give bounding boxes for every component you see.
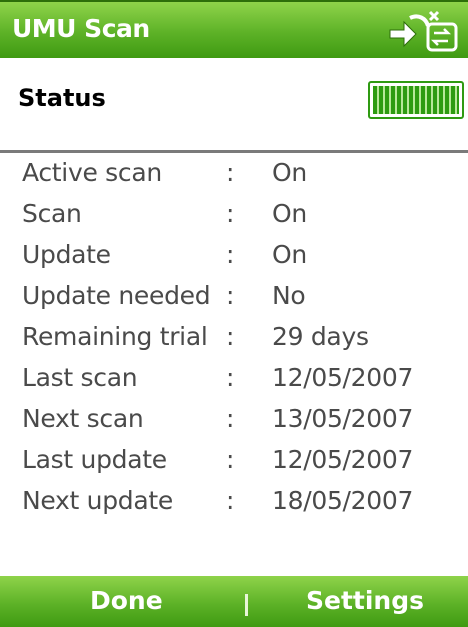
- detail-label: Next scan: [22, 404, 144, 433]
- detail-separator: :: [226, 322, 235, 351]
- detail-separator: :: [226, 486, 235, 515]
- detail-separator: :: [226, 240, 235, 269]
- detail-row-active-scan: Active scan : On: [0, 158, 468, 199]
- detail-separator: :: [226, 363, 235, 392]
- detail-separator: :: [226, 281, 235, 310]
- detail-value: 12/05/2007: [272, 445, 414, 474]
- detail-row-scan: Scan : On: [0, 199, 468, 240]
- detail-separator: :: [226, 445, 235, 474]
- battery-level-fill: [373, 86, 459, 114]
- detail-label: Last scan: [22, 363, 138, 392]
- detail-value: On: [272, 158, 307, 187]
- detail-value: 12/05/2007: [272, 363, 414, 392]
- detail-row-last-scan: Last scan : 12/05/2007: [0, 363, 468, 404]
- status-heading: Status: [18, 84, 106, 112]
- settings-button[interactable]: Settings: [306, 586, 424, 615]
- detail-value: 13/05/2007: [272, 404, 414, 433]
- detail-separator: :: [226, 199, 235, 228]
- umu-scan-screen: UMU Scan Status Active scan : On Scan : …: [0, 0, 468, 627]
- detail-value: On: [272, 199, 307, 228]
- softkey-divider: [245, 594, 248, 616]
- detail-label: Update needed: [22, 281, 211, 310]
- detail-row-update-needed: Update needed : No: [0, 281, 468, 322]
- detail-label: Remaining trial: [22, 322, 208, 351]
- detail-row-last-update: Last update : 12/05/2007: [0, 445, 468, 486]
- detail-value: 18/05/2007: [272, 486, 414, 515]
- detail-value: On: [272, 240, 307, 269]
- detail-separator: :: [226, 158, 235, 187]
- detail-label: Scan: [22, 199, 82, 228]
- detail-row-remaining-trial: Remaining trial : 29 days: [0, 322, 468, 363]
- divider: [0, 150, 468, 153]
- connectivity-icon[interactable]: [384, 8, 462, 54]
- detail-label: Next update: [22, 486, 173, 515]
- detail-label: Active scan: [22, 158, 162, 187]
- softkey-bar: Done Settings: [0, 576, 468, 627]
- app-title: UMU Scan: [12, 14, 150, 43]
- detail-label: Last update: [22, 445, 167, 474]
- detail-separator: :: [226, 404, 235, 433]
- title-bar: UMU Scan: [0, 0, 468, 58]
- detail-row-update: Update : On: [0, 240, 468, 281]
- details-list: Active scan : On Scan : On Update : On U…: [0, 158, 468, 527]
- done-button[interactable]: Done: [90, 586, 163, 615]
- detail-value: 29 days: [272, 322, 369, 351]
- battery-icon: [368, 81, 464, 119]
- detail-row-next-update: Next update : 18/05/2007: [0, 486, 468, 527]
- detail-value: No: [272, 281, 306, 310]
- detail-label: Update: [22, 240, 111, 269]
- detail-row-next-scan: Next scan : 13/05/2007: [0, 404, 468, 445]
